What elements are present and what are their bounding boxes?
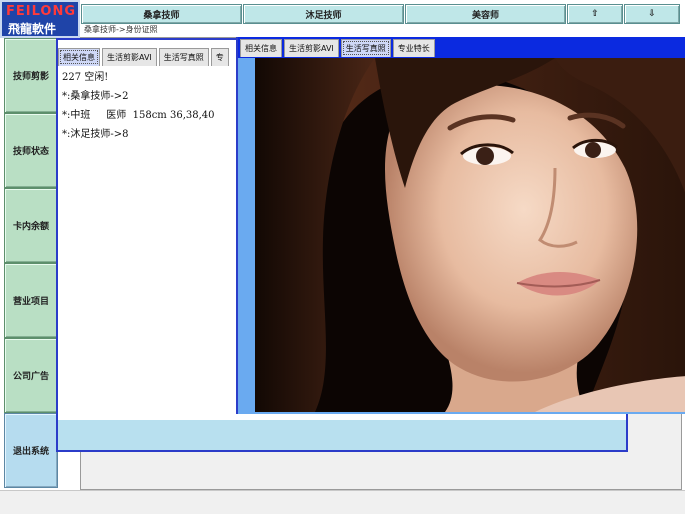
sidebar: 技师剪影 技师状态 卡内余额 营业项目 公司广告 退出系统: [4, 38, 58, 490]
tab-life-avi[interactable]: 生活剪影AVI: [102, 48, 157, 66]
sidebar-item-technician-status[interactable]: 技师状态: [4, 113, 58, 188]
tab-life-avi[interactable]: 生活剪影AVI: [284, 39, 339, 57]
tab-specialty[interactable]: 专业特长: [392, 39, 435, 57]
sidebar-item-business-items[interactable]: 营业项目: [4, 263, 58, 338]
info-window-tabs: 相关信息 生活剪影AVI 生活写真照 专: [58, 48, 229, 66]
sidebar-item-exit-system[interactable]: 退出系统: [4, 413, 58, 488]
sidebar-item-label: 退出系统: [12, 447, 49, 457]
tab-life-photos[interactable]: 生活写真照: [158, 48, 209, 66]
sidebar-item-label: 营业项目: [12, 297, 49, 307]
tab-life-photos[interactable]: 生活写真照: [340, 39, 391, 57]
logo-brand: FEILONG: [6, 4, 77, 19]
sidebar-item-label: 技师状态: [12, 147, 49, 157]
info-line: *:桑拿技师->2: [62, 91, 129, 102]
photo-window: 相关信息 生活剪影AVI 生活写真照 专业特长: [236, 37, 685, 414]
scroll-down-button[interactable]: ⇩: [624, 4, 680, 24]
app-logo: FEILONG 飛龍軟件: [0, 0, 80, 38]
info-line: 227 空闲!: [62, 72, 109, 83]
up-arrow-icon: ⇧: [591, 9, 599, 19]
nav-beautician-button[interactable]: 美容师: [405, 4, 566, 24]
nav-label: 美容师: [471, 10, 499, 21]
nav-sauna-technician-button[interactable]: 桑拿技师: [81, 4, 242, 24]
portrait-photo-image: [255, 58, 685, 412]
tab-related-info[interactable]: 相关信息: [240, 39, 282, 57]
status-bar: [0, 490, 685, 514]
sidebar-item-card-balance[interactable]: 卡内余额: [4, 188, 58, 263]
nav-foot-technician-button[interactable]: 沐足技师: [243, 4, 404, 24]
tab-related-info[interactable]: 相关信息: [58, 48, 100, 66]
nav-label: 桑拿技师: [143, 10, 180, 21]
tab-specialty[interactable]: 专: [210, 48, 229, 66]
scroll-up-button[interactable]: ⇧: [567, 4, 623, 24]
info-window-footer: [58, 420, 626, 450]
photo-window-tabs: 相关信息 生活剪影AVI 生活写真照 专业特长: [240, 39, 435, 57]
info-line: *:中班 医师 158cm 36,38,40: [62, 110, 215, 121]
sidebar-item-label: 卡内余额: [12, 222, 49, 232]
sidebar-item-company-ads[interactable]: 公司广告: [4, 338, 58, 413]
technician-portrait-photo: [255, 58, 685, 412]
sidebar-item-label: 公司广告: [12, 372, 49, 382]
sidebar-item-technician-silhouette[interactable]: 技师剪影: [4, 38, 58, 113]
logo-name: 飛龍軟件: [8, 22, 57, 36]
down-arrow-icon: ⇩: [648, 9, 656, 19]
info-line: *:沐足技师->8: [62, 129, 129, 140]
sidebar-item-label: 技师剪影: [12, 72, 49, 82]
breadcrumb: 桑拿技师->身份证照: [84, 25, 158, 34]
nav-label: 沐足技师: [305, 10, 342, 21]
technician-info-text: 227 空闲! *:桑拿技师->2 *:中班 医师 158cm 36,38,40…: [62, 68, 215, 144]
